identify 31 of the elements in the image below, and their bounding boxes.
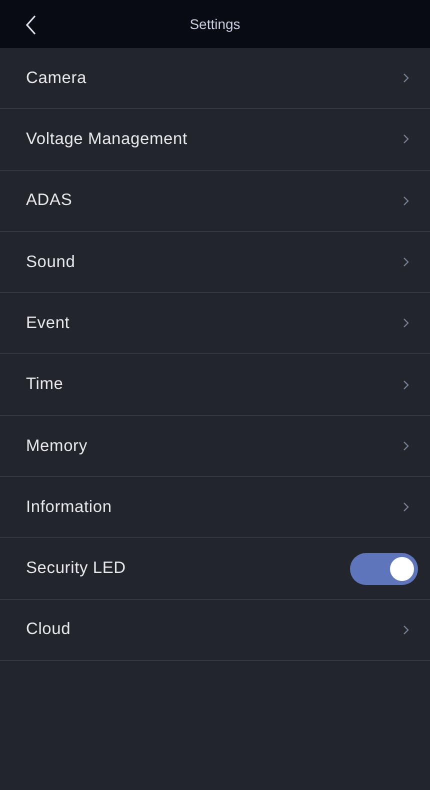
chevron-right-icon xyxy=(402,196,410,206)
setting-label: Voltage Management xyxy=(26,129,188,150)
settings-row[interactable]: Cloud xyxy=(0,600,430,661)
chevron-right-icon xyxy=(402,502,410,512)
setting-label: Sound xyxy=(26,252,76,273)
settings-row[interactable]: Event xyxy=(0,293,430,354)
chevron-right-icon xyxy=(402,380,410,390)
chevron-right-icon xyxy=(402,318,410,328)
chevron-right-icon xyxy=(402,624,410,635)
settings-row[interactable]: Information xyxy=(0,477,430,538)
setting-label: Time xyxy=(26,374,64,396)
settings-row[interactable]: Memory xyxy=(0,416,430,478)
setting-label: Cloud xyxy=(26,619,71,640)
back-icon xyxy=(26,15,36,35)
toggle-switch[interactable] xyxy=(350,552,418,585)
settings-row[interactable]: Camera xyxy=(0,48,430,110)
settings-row[interactable]: Voltage Management xyxy=(0,109,430,171)
screen-title: Settings xyxy=(190,14,240,34)
setting-label: Camera xyxy=(26,68,86,89)
setting-label: Information xyxy=(26,496,112,518)
setting-label: Memory xyxy=(26,436,88,457)
setting-label: ADAS xyxy=(26,190,72,212)
setting-label: Event xyxy=(26,312,70,334)
setting-label: Security LED xyxy=(26,558,126,580)
chevron-right-icon xyxy=(402,257,410,268)
settings-row[interactable]: ADAS xyxy=(0,170,430,232)
chevron-right-icon xyxy=(402,73,410,84)
chevron-right-icon xyxy=(402,440,410,451)
settings-row[interactable]: Sound xyxy=(0,232,430,294)
settings-row[interactable]: Time xyxy=(0,354,430,416)
chevron-right-icon xyxy=(402,134,410,144)
